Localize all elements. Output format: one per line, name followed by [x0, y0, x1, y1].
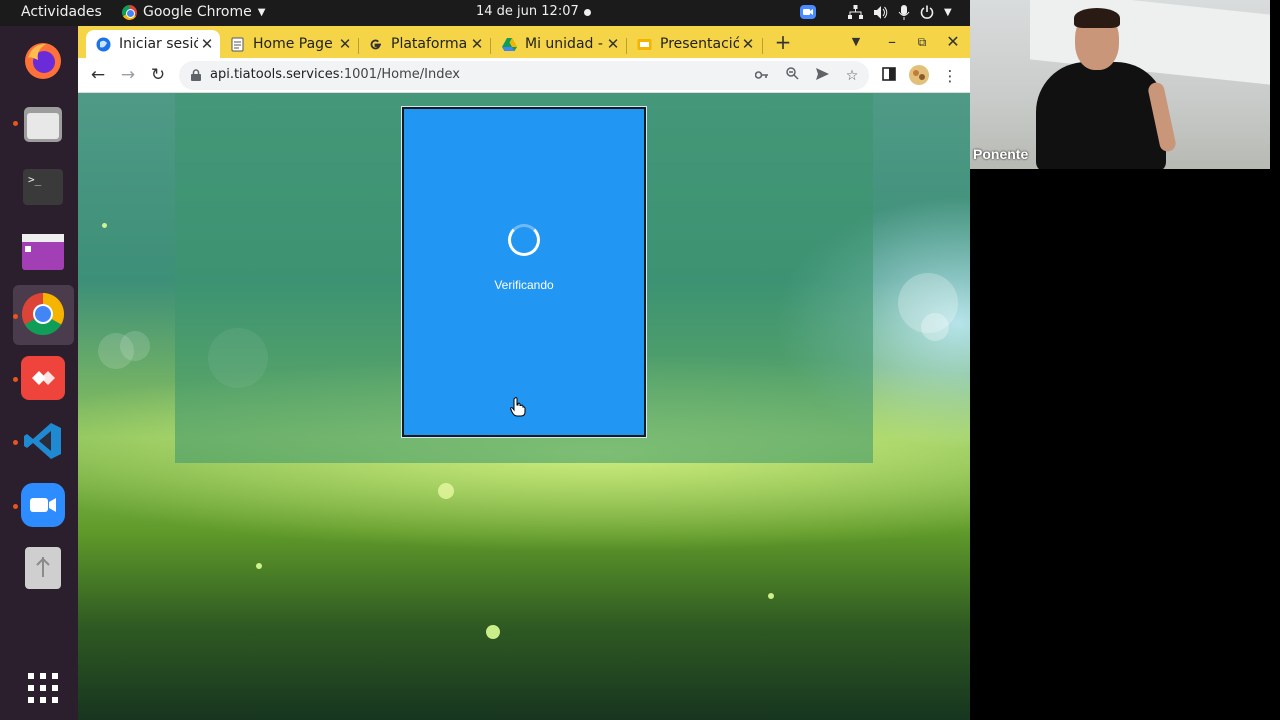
reload-icon[interactable]: ↻	[146, 64, 170, 88]
running-indicator	[13, 440, 18, 445]
zoom-tray-icon[interactable]	[800, 4, 816, 20]
speaker-figure	[1036, 62, 1166, 169]
tab-iniciar-sesion[interactable]: Iniciar sesión ✕	[86, 30, 220, 58]
anydesk-icon[interactable]	[21, 356, 65, 400]
google-icon	[370, 39, 381, 49]
url-text[interactable]: api.tiatools.services:1001/Home/Index	[210, 67, 460, 82]
side-panel-icon[interactable]	[877, 64, 901, 88]
bokeh-light	[120, 331, 150, 361]
caret-down-icon[interactable]: ▼	[944, 7, 952, 18]
sparkle	[486, 625, 500, 639]
close-tab-icon[interactable]: ✕	[468, 35, 486, 53]
app-menu-label: Google Chrome	[143, 4, 252, 20]
firefox-icon[interactable]	[21, 39, 65, 83]
close-tab-icon[interactable]: ✕	[336, 35, 354, 53]
hand-cursor-icon	[510, 397, 526, 417]
back-icon[interactable]: ←	[86, 64, 110, 88]
sparkle	[768, 593, 774, 599]
sparkle	[102, 223, 107, 228]
system-tray[interactable]: ▼	[800, 4, 952, 20]
send-icon[interactable]	[811, 65, 833, 87]
close-window-icon[interactable]: ✕	[941, 30, 965, 54]
volume-icon[interactable]	[873, 5, 888, 20]
lock-icon[interactable]	[191, 69, 201, 81]
zoom-icon[interactable]	[781, 65, 803, 87]
tab-search-icon[interactable]: ▼	[844, 30, 868, 54]
vscode-icon[interactable]	[21, 419, 65, 463]
loading-spinner-icon	[508, 224, 540, 256]
profile-avatar[interactable]	[907, 64, 931, 88]
video-sidebar	[970, 169, 1280, 720]
key-icon[interactable]	[751, 65, 773, 87]
usb-drive-icon[interactable]	[21, 546, 65, 590]
url-host: api.tiatools.services	[210, 67, 340, 82]
webcam-feed: Ponente	[970, 0, 1270, 169]
caret-down-icon: ▼	[257, 6, 266, 18]
speaker-hair	[1074, 8, 1120, 28]
tab-title: Mi unidad -	[525, 36, 603, 52]
running-indicator	[13, 121, 18, 126]
video-border	[1270, 0, 1280, 169]
tab-mi-unidad[interactable]: Mi unidad - ✕	[502, 30, 622, 58]
microphone-icon[interactable]	[898, 4, 910, 20]
address-bar[interactable]: api.tiatools.services:1001/Home/Index ☆	[179, 61, 869, 90]
page-icon	[231, 37, 244, 51]
tab-separator	[626, 38, 627, 54]
zoom-icon[interactable]	[21, 483, 65, 527]
tab-title: Plataforma	[391, 36, 468, 52]
forward-icon[interactable]: →	[116, 64, 140, 88]
tab-title: Home Page	[253, 36, 333, 52]
bookmark-star-icon[interactable]: ☆	[841, 65, 863, 87]
notification-dot	[584, 9, 591, 16]
app-menu[interactable]: Google Chrome ▼	[122, 4, 265, 20]
ubuntu-dock: >_	[0, 26, 78, 720]
chrome-icon	[122, 4, 137, 20]
close-tab-icon[interactable]: ✕	[739, 35, 757, 53]
tab-title: Iniciar sesión	[119, 36, 198, 52]
status-text: Verificando	[494, 278, 554, 292]
system-top-bar: Actividades Google Chrome ▼ 14 de jun 12…	[0, 0, 970, 26]
restore-icon[interactable]: ⧉	[910, 30, 934, 54]
close-tab-icon[interactable]: ✕	[604, 35, 622, 53]
tab-home-page[interactable]: Home Page ✕	[230, 30, 354, 58]
speaker-name-label: Ponente	[973, 146, 1029, 162]
kebab-menu-icon[interactable]: ⋮	[938, 64, 962, 88]
chrome-icon[interactable]	[21, 292, 65, 336]
url-path: :1001/Home/Index	[339, 67, 460, 82]
running-indicator	[13, 377, 18, 382]
sparkle	[256, 563, 262, 569]
verification-panel: Verificando	[401, 106, 647, 438]
drive-icon	[502, 37, 517, 51]
app-window-icon[interactable]	[21, 230, 65, 274]
browser-toolbar: ← → ↻ api.tiatools.services:1001/Home/In…	[78, 58, 970, 93]
tab-presentacion[interactable]: Presentació ✕	[637, 30, 757, 58]
running-indicator	[13, 504, 18, 509]
files-icon[interactable]	[21, 102, 65, 146]
tab-strip: Iniciar sesión ✕ Home Page ✕ Plataforma …	[78, 26, 970, 58]
page-content: Verificando	[78, 93, 970, 720]
tab-separator	[490, 38, 491, 54]
slides-icon	[637, 38, 652, 50]
tab-separator	[358, 38, 359, 54]
tab-title: Presentació	[660, 36, 739, 52]
svg-text:>_: >_	[28, 173, 42, 186]
minimize-icon[interactable]: –	[880, 30, 904, 54]
close-tab-icon[interactable]: ✕	[198, 35, 216, 53]
terminal-icon[interactable]: >_	[21, 165, 65, 209]
sparkle	[438, 483, 454, 499]
activities-button[interactable]: Actividades	[21, 4, 102, 20]
clock[interactable]: 14 de jun 12:07	[476, 4, 579, 19]
network-icon[interactable]	[848, 4, 863, 20]
bokeh-light	[921, 313, 949, 341]
power-icon[interactable]	[920, 5, 934, 19]
new-tab-icon[interactable]: +	[771, 30, 795, 54]
tab-plataforma[interactable]: Plataforma ✕	[368, 30, 486, 58]
tab-separator	[762, 38, 763, 54]
running-indicator	[13, 314, 18, 319]
tiatools-icon	[96, 37, 111, 51]
show-apps-icon[interactable]	[21, 666, 65, 710]
